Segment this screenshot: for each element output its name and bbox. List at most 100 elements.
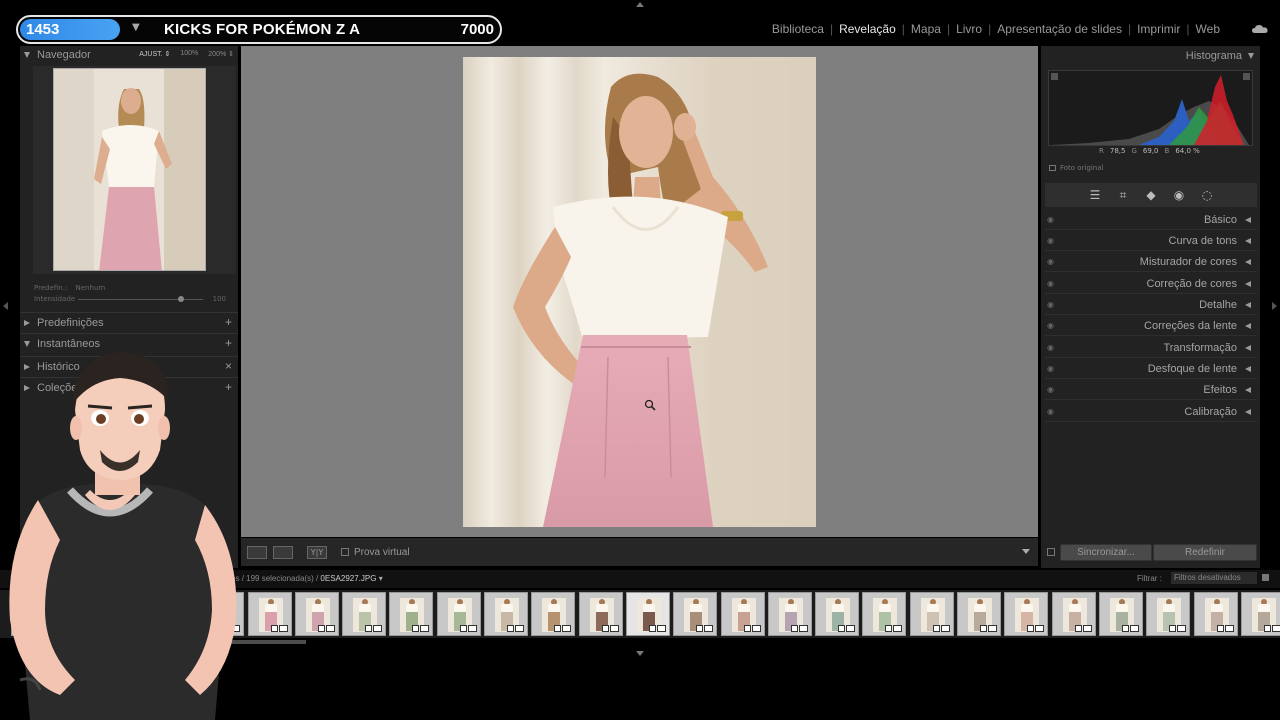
cloud-icon[interactable]	[1252, 24, 1268, 34]
filmstrip-thumbnail[interactable]	[1193, 592, 1238, 636]
module-livro[interactable]: Livro	[950, 22, 988, 36]
eye-icon[interactable]: ◉	[1047, 385, 1054, 394]
plus-icon[interactable]: +	[225, 336, 232, 350]
filmstrip-thumbnail[interactable]	[531, 592, 576, 636]
thumbnail-badge-icon[interactable]	[648, 625, 656, 632]
thumbnail-badge-icon[interactable]	[365, 625, 373, 632]
amount-slider[interactable]	[78, 299, 203, 300]
original-photo-toggle[interactable]: Foto original	[1049, 164, 1103, 172]
thumbnail-edit-icon[interactable]	[1177, 625, 1187, 632]
collapse-top-icon[interactable]	[636, 2, 644, 7]
eye-icon[interactable]: ◉	[1047, 321, 1054, 330]
thumbnail-badge-icon[interactable]	[1027, 625, 1035, 632]
thumbnail-badge-icon[interactable]	[412, 625, 420, 632]
panel-calibration[interactable]: ◉ Calibração	[1045, 403, 1257, 422]
zoom-100[interactable]: 100%	[180, 50, 198, 58]
eye-icon[interactable]: ◉	[1047, 364, 1054, 373]
preset-value[interactable]: Nenhum	[76, 284, 106, 292]
auto-sync-switch[interactable]	[1047, 548, 1055, 556]
filmstrip-thumbnail[interactable]	[247, 592, 292, 636]
filmstrip-thumbnail[interactable]	[625, 592, 670, 636]
thumbnail-badge-icon[interactable]	[459, 625, 467, 632]
filter-select[interactable]: Filtros desativados	[1171, 572, 1257, 584]
plus-icon[interactable]: +	[225, 315, 232, 329]
thumbnail-edit-icon[interactable]	[1035, 625, 1045, 632]
histogram-graph[interactable]	[1048, 70, 1253, 146]
histogram-header[interactable]: Histograma	[1186, 50, 1254, 62]
collapse-left-icon[interactable]	[3, 302, 8, 310]
filmstrip-thumbnail[interactable]	[1146, 592, 1191, 636]
thumbnail-badge-icon[interactable]	[601, 625, 609, 632]
thumbnail-badge-icon[interactable]	[554, 625, 562, 632]
panel-detail[interactable]: ◉ Detalhe	[1045, 296, 1257, 315]
thumbnail-badge-icon[interactable]	[885, 625, 893, 632]
module-imprimir[interactable]: Imprimir	[1131, 22, 1186, 36]
zoom-fit[interactable]: AJUST. ⇕	[139, 50, 170, 58]
eye-icon[interactable]: ◉	[1047, 257, 1054, 266]
soft-proof-checkbox[interactable]	[341, 548, 349, 556]
mask-icon[interactable]: ◌	[1200, 188, 1214, 202]
filmstrip-thumbnail[interactable]	[436, 592, 481, 636]
section-presets[interactable]: Predefinições +	[20, 312, 238, 332]
original-photo-checkbox[interactable]	[1049, 165, 1056, 171]
panel-color-mixer[interactable]: ◉ Misturador de cores	[1045, 253, 1257, 272]
module-slideshow[interactable]: Apresentação de slides	[991, 22, 1128, 36]
filmstrip-thumbnail[interactable]	[1004, 592, 1049, 636]
thumbnail-edit-icon[interactable]	[846, 625, 856, 632]
filmstrip-thumbnail[interactable]	[484, 592, 528, 636]
amount-slider-knob[interactable]	[177, 296, 184, 302]
panel-basic[interactable]: ◉ Básico	[1045, 211, 1257, 230]
eye-icon[interactable]: ◉	[1047, 236, 1054, 245]
panel-color-grading[interactable]: ◉ Correção de cores	[1045, 275, 1257, 294]
filmstrip-thumbnail[interactable]	[673, 592, 718, 636]
navigator-thumbnail[interactable]	[53, 68, 206, 271]
photo-canvas[interactable]	[241, 46, 1038, 537]
soft-proof-toggle[interactable]: Prova virtual	[341, 547, 410, 558]
collapse-right-icon[interactable]	[1272, 302, 1277, 310]
thumbnail-edit-icon[interactable]	[325, 625, 335, 632]
collapse-bottom-icon[interactable]	[636, 651, 644, 656]
sliders-icon[interactable]: ☰	[1088, 188, 1102, 202]
thumbnail-edit-icon[interactable]	[609, 625, 619, 632]
filmstrip-thumbnail[interactable]	[1240, 592, 1280, 636]
thumbnail-badge-icon[interactable]	[838, 625, 846, 632]
thumbnail-badge-icon[interactable]	[507, 625, 514, 632]
thumbnail-edit-icon[interactable]	[751, 625, 761, 632]
thumbnail-edit-icon[interactable]	[1129, 625, 1139, 632]
eye-icon[interactable]: ◉	[1047, 343, 1054, 352]
thumbnail-edit-icon[interactable]	[278, 625, 288, 632]
crop-icon[interactable]: ⌗	[1116, 188, 1130, 202]
filmstrip-thumbnail[interactable]	[389, 592, 434, 636]
sync-button[interactable]: Sincronizar...	[1060, 544, 1152, 561]
thumbnail-edit-icon[interactable]	[1224, 625, 1234, 632]
thumbnail-edit-icon[interactable]	[373, 625, 383, 632]
thumbnail-edit-icon[interactable]	[704, 625, 714, 632]
eye-icon[interactable]: ◉	[1047, 279, 1054, 288]
module-mapa[interactable]: Mapa	[905, 22, 947, 36]
filmstrip-thumbnail[interactable]	[1098, 592, 1143, 636]
thumbnail-badge-icon[interactable]	[1121, 625, 1129, 632]
thumbnail-badge-icon[interactable]	[980, 625, 987, 632]
redeye-icon[interactable]: ◉	[1172, 188, 1186, 202]
toolbar-menu-icon[interactable]	[1022, 549, 1030, 554]
panel-lens-blur[interactable]: ◉ Desfoque de lente	[1045, 360, 1257, 379]
filmstrip-thumbnail[interactable]	[720, 592, 765, 636]
thumbnail-edit-icon[interactable]	[467, 625, 477, 632]
eraser-icon[interactable]: ◆	[1144, 188, 1158, 202]
thumbnail-edit-icon[interactable]	[940, 625, 950, 632]
filmstrip-thumbnail[interactable]	[578, 592, 623, 636]
thumbnail-badge-icon[interactable]	[1074, 625, 1082, 632]
filmstrip-thumbnail[interactable]	[294, 592, 339, 636]
main-photo[interactable]	[463, 57, 816, 527]
filmstrip-thumbnail[interactable]	[342, 592, 387, 636]
thumbnail-edit-icon[interactable]	[988, 625, 997, 632]
eye-icon[interactable]: ◉	[1047, 300, 1054, 309]
eye-icon[interactable]: ◉	[1047, 407, 1054, 416]
thumbnail-edit-icon[interactable]	[656, 625, 666, 632]
filmstrip-thumbnail[interactable]	[957, 592, 1001, 636]
thumbnail-edit-icon[interactable]	[1082, 625, 1092, 632]
thumbnail-badge-icon[interactable]	[743, 625, 751, 632]
thumbnail-badge-icon[interactable]	[317, 625, 325, 632]
panel-transform[interactable]: ◉ Transformação	[1045, 339, 1257, 358]
thumbnail-badge-icon[interactable]	[932, 625, 940, 632]
